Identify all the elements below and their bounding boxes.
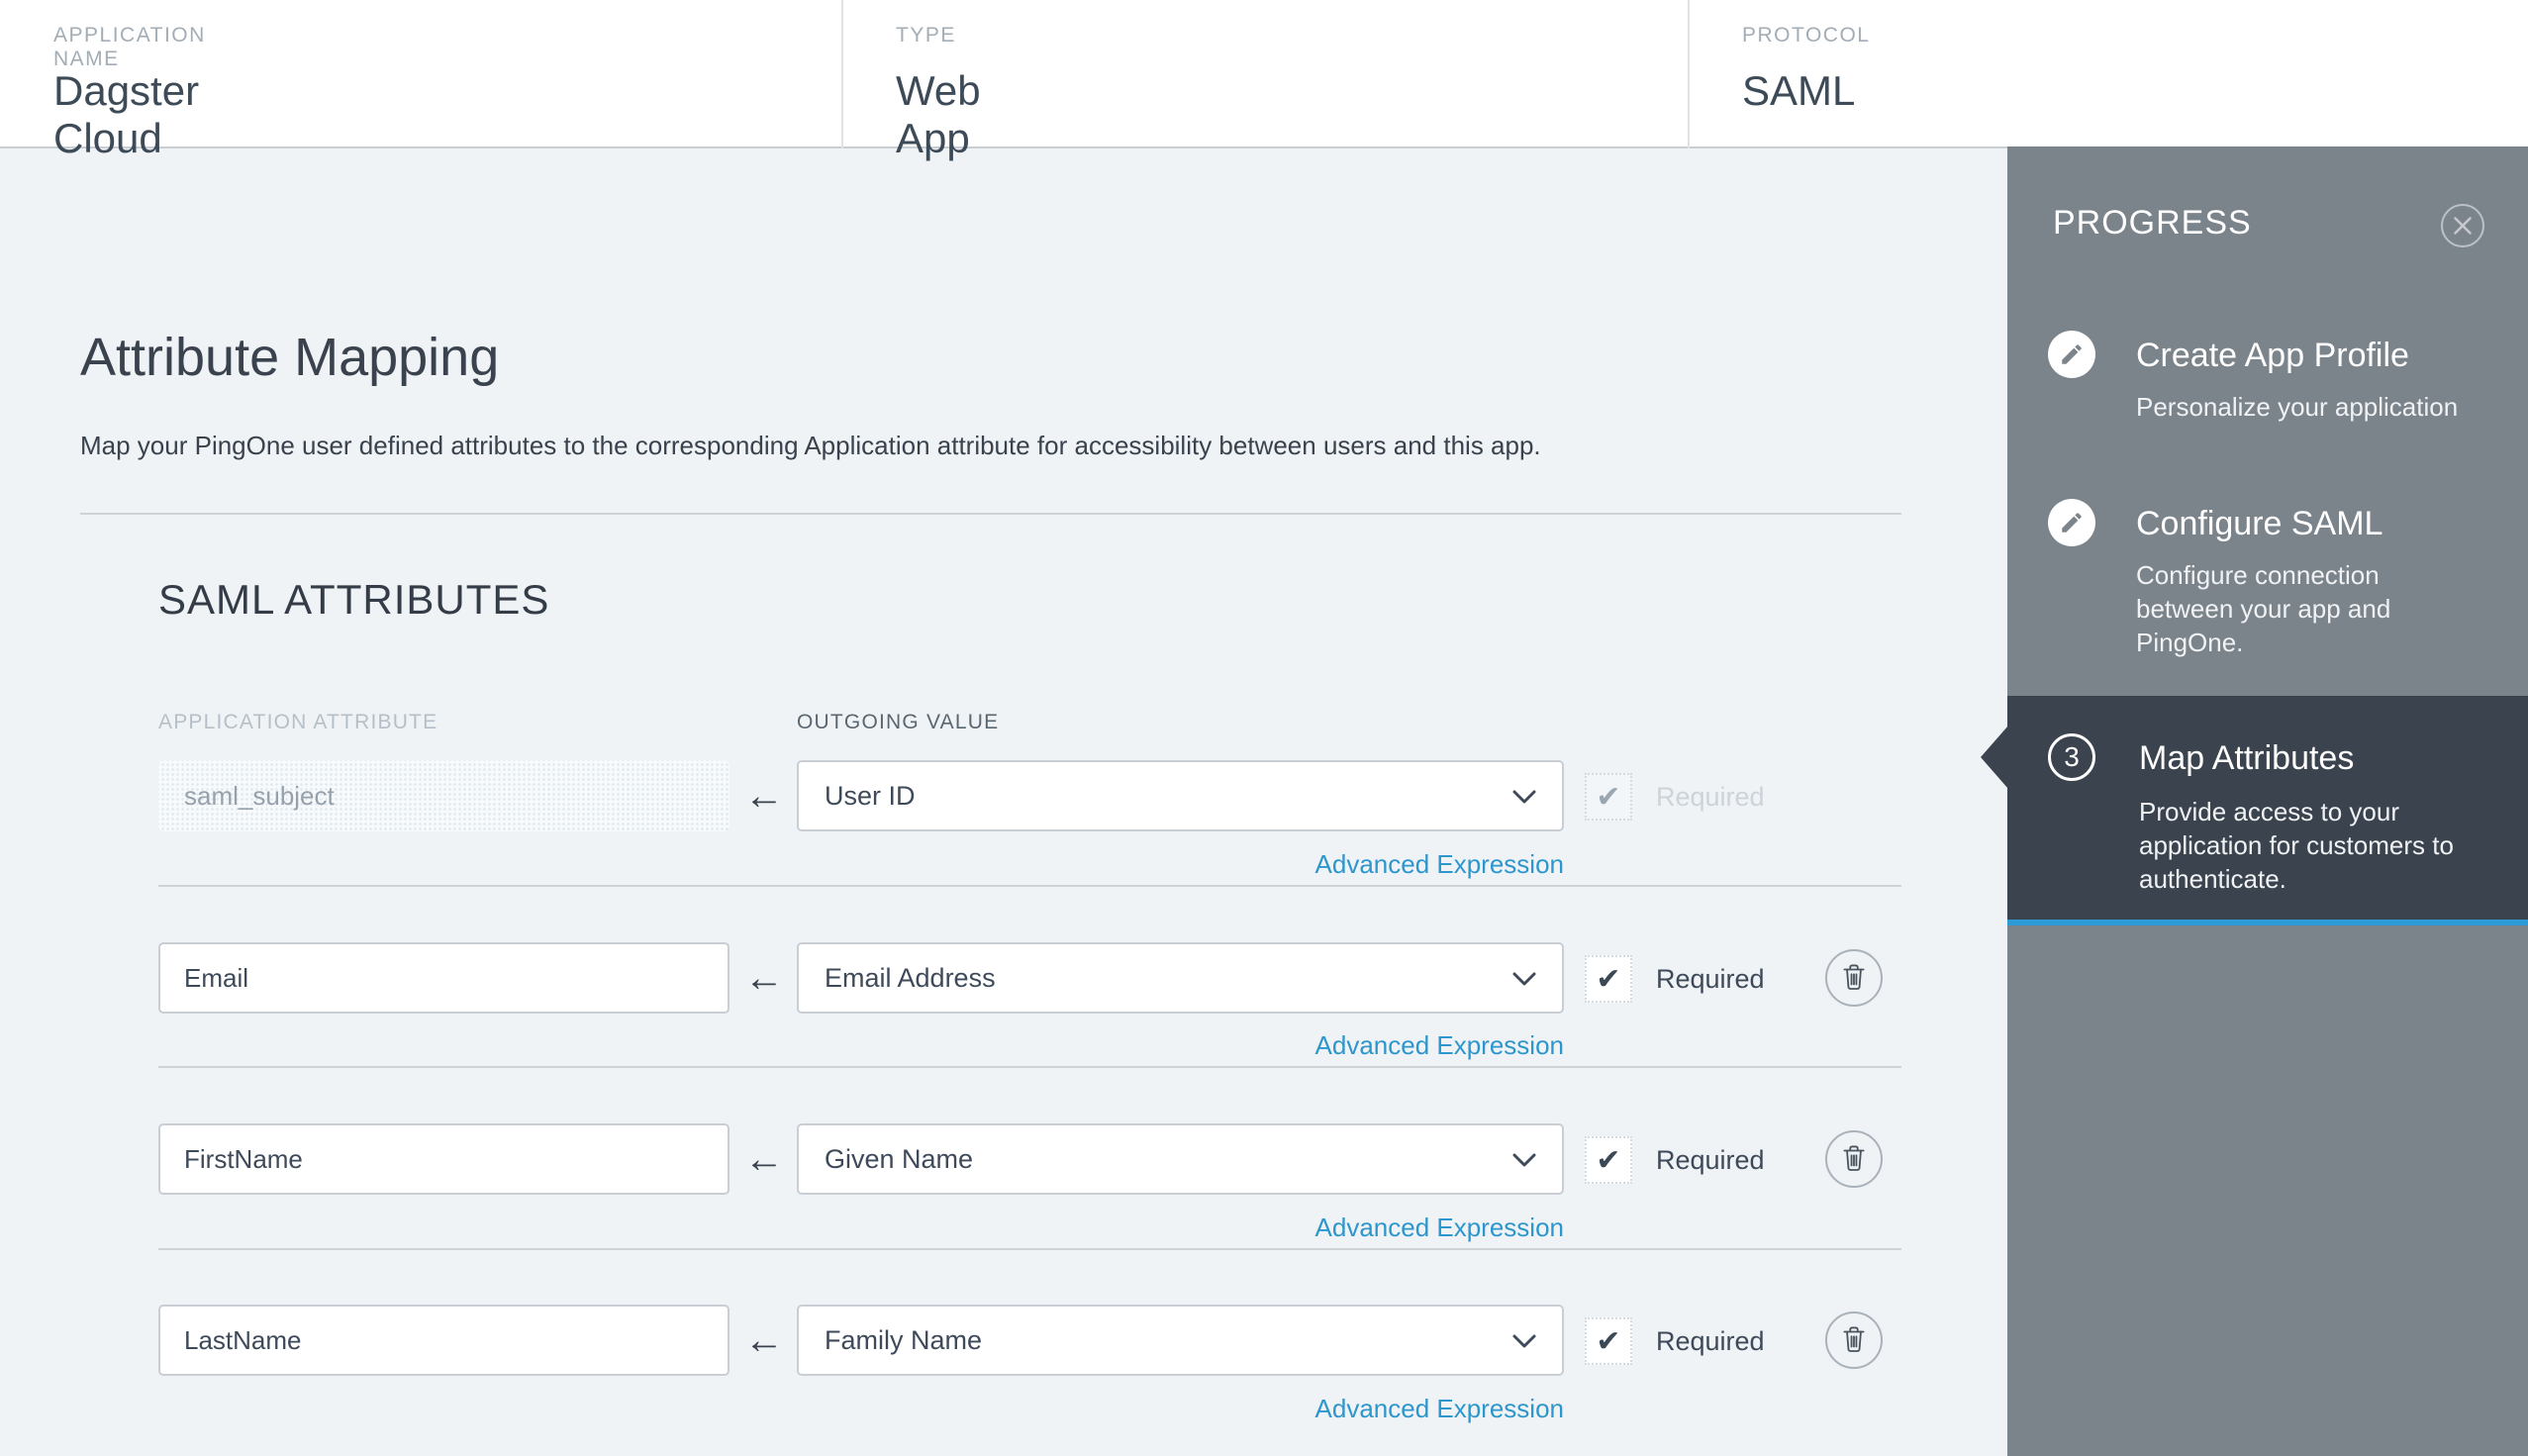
- required-label: Required: [1656, 1145, 1765, 1175]
- application-name-label: APPLICATION NAME: [53, 24, 206, 70]
- attribute-row: User ID Required: [0, 760, 2007, 831]
- column-header-application-attribute: APPLICATION ATTRIBUTE: [158, 711, 438, 733]
- required-label: Required: [1656, 964, 1765, 994]
- app-header: APPLICATION NAME Dagster Cloud TYPE Web …: [0, 0, 2528, 161]
- required-checkbox: [1585, 773, 1632, 821]
- map-arrow-icon: [740, 760, 788, 831]
- outgoing-value-dropdown-given-name[interactable]: Given Name: [797, 1123, 1564, 1195]
- active-step-pointer: [1981, 726, 2008, 789]
- chevron-down-icon: [1512, 972, 1536, 992]
- required-checkbox[interactable]: [1585, 955, 1632, 1003]
- map-arrow-icon: [740, 1305, 788, 1376]
- dropdown-selected-value: User ID: [825, 780, 916, 811]
- trash-icon: [1840, 962, 1868, 995]
- progress-sidebar: PROGRESS Create App Profile Personalize …: [1981, 146, 2528, 1456]
- step-title: Map Attributes: [2139, 739, 2355, 777]
- delete-attribute-button[interactable]: [1825, 1311, 1883, 1369]
- pencil-icon: [2048, 499, 2095, 546]
- step-title: Create App Profile: [2136, 337, 2409, 374]
- divider: [158, 885, 1901, 887]
- application-attribute-input-firstname[interactable]: [158, 1123, 729, 1195]
- application-attribute-input-saml-subject: [158, 760, 729, 831]
- divider: [80, 513, 1901, 515]
- outgoing-value-dropdown-family-name[interactable]: Family Name: [797, 1305, 1564, 1376]
- trash-icon: [1840, 1143, 1868, 1176]
- type-value: Web App: [896, 67, 981, 161]
- header-divider: [841, 0, 843, 148]
- outgoing-value-dropdown-user-id[interactable]: User ID: [797, 760, 1564, 831]
- column-header-outgoing-value: OUTGOING VALUE: [797, 711, 1000, 733]
- saml-attributes-heading: SAML ATTRIBUTES: [158, 576, 550, 623]
- pencil-icon: [2048, 331, 2095, 378]
- step-description: Provide access to your application for c…: [2139, 797, 2454, 894]
- protocol-value: SAML: [1742, 67, 1856, 114]
- required-label: Required: [1656, 782, 1765, 812]
- step-description: Configure connection between your app an…: [2136, 560, 2391, 657]
- advanced-expression-link[interactable]: Advanced Expression: [797, 1213, 1564, 1243]
- advanced-expression-link[interactable]: Advanced Expression: [797, 849, 1564, 880]
- advanced-expression-link[interactable]: Advanced Expression: [797, 1030, 1564, 1061]
- map-arrow-icon: [740, 1123, 788, 1195]
- dropdown-selected-value: Family Name: [825, 1324, 983, 1355]
- attribute-row: Email Address Required: [0, 942, 2007, 1014]
- page-description: Map your PingOne user defined attributes…: [80, 431, 1541, 460]
- page-title: Attribute Mapping: [80, 328, 500, 387]
- close-icon[interactable]: [2439, 202, 2486, 249]
- divider: [158, 1066, 1901, 1068]
- step-description: Personalize your application: [2136, 392, 2459, 422]
- header-divider: [1688, 0, 1690, 148]
- dropdown-selected-value: Email Address: [825, 962, 996, 993]
- map-arrow-icon: [740, 942, 788, 1014]
- type-label: TYPE: [896, 24, 956, 47]
- progress-step-map-attributes[interactable]: 3 Map Attributes Provide access to your …: [1981, 696, 2528, 920]
- application-name-value: Dagster Cloud: [53, 67, 200, 161]
- step-title: Configure SAML: [2136, 505, 2383, 542]
- attribute-row: Family Name Required: [0, 1305, 2007, 1376]
- attribute-mapping-panel: Attribute Mapping Map your PingOne user …: [0, 150, 2007, 1456]
- application-attribute-input-email[interactable]: [158, 942, 729, 1014]
- required-checkbox[interactable]: [1585, 1317, 1632, 1365]
- chevron-down-icon: [1512, 790, 1536, 810]
- dropdown-selected-value: Given Name: [825, 1143, 974, 1174]
- trash-icon: [1840, 1324, 1868, 1357]
- active-step-highlight-bar: [2007, 920, 2528, 925]
- delete-attribute-button[interactable]: [1825, 1130, 1883, 1188]
- outgoing-value-dropdown-email-address[interactable]: Email Address: [797, 942, 1564, 1014]
- step-number-badge: 3: [2048, 733, 2095, 781]
- chevron-down-icon: [1512, 1334, 1536, 1354]
- attribute-row: Given Name Required: [0, 1123, 2007, 1195]
- delete-attribute-button[interactable]: [1825, 949, 1883, 1007]
- chevron-down-icon: [1512, 1153, 1536, 1173]
- required-label: Required: [1656, 1326, 1765, 1356]
- divider: [158, 1248, 1901, 1250]
- advanced-expression-link[interactable]: Advanced Expression: [797, 1394, 1564, 1424]
- progress-heading: PROGRESS: [2053, 204, 2252, 242]
- protocol-label: PROTOCOL: [1742, 24, 1871, 47]
- application-attribute-input-lastname[interactable]: [158, 1305, 729, 1376]
- required-checkbox[interactable]: [1585, 1136, 1632, 1184]
